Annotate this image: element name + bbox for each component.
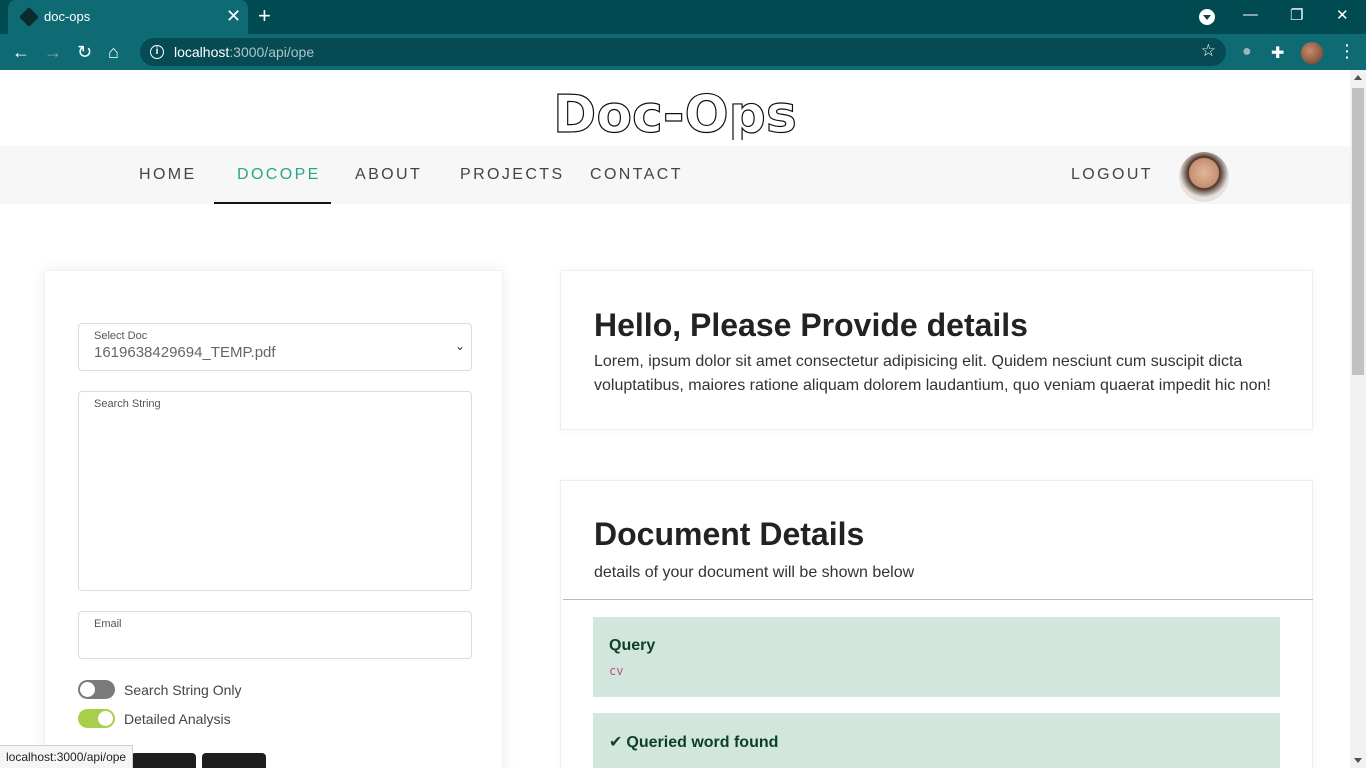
email-label: Email: [94, 618, 122, 630]
scroll-up-icon[interactable]: [1354, 75, 1362, 80]
site-info-icon[interactable]: i: [150, 45, 164, 59]
select-doc-label: Select Doc: [94, 330, 148, 342]
detailed-analysis-label: Detailed Analysis: [124, 711, 231, 727]
browser-tab[interactable]: doc-ops ✕: [8, 0, 248, 34]
search-string-only-label: Search String Only: [124, 682, 242, 698]
search-string-only-switch[interactable]: [78, 680, 115, 699]
email-field[interactable]: Email: [78, 611, 472, 659]
found-heading-row: ✔ Queried word found: [609, 732, 778, 752]
new-tab-icon[interactable]: +: [258, 4, 271, 28]
nav-projects[interactable]: PROJECTS: [460, 166, 565, 184]
tab-search-icon[interactable]: [1199, 9, 1215, 25]
detailed-analysis-switch[interactable]: [78, 709, 115, 728]
page-viewport: Doc-Ops HOME DOCOPE ABOUT PROJECTS CONTA…: [0, 70, 1350, 768]
tab-title: doc-ops: [44, 9, 91, 24]
logout-link[interactable]: LOGOUT: [1071, 166, 1153, 184]
found-alert: ✔ Queried word found: [593, 713, 1280, 768]
bookmark-star-icon[interactable]: ☆: [1201, 41, 1216, 61]
search-string-label: Search String: [94, 398, 161, 410]
select-doc-dropdown[interactable]: Select Doc 1619638429694_TEMP.pdf ⌄: [78, 323, 472, 371]
home-icon[interactable]: ⌂: [108, 40, 119, 64]
minimize-icon[interactable]: —: [1243, 6, 1258, 23]
back-icon[interactable]: ←: [12, 40, 30, 64]
found-heading: Queried word found: [626, 734, 779, 751]
page-scrollbar[interactable]: [1350, 70, 1366, 768]
close-window-icon[interactable]: ✕: [1336, 6, 1349, 24]
nav-home[interactable]: HOME: [139, 166, 197, 184]
extension-icon[interactable]: ●: [1242, 43, 1252, 61]
check-icon: ✔: [609, 734, 623, 751]
details-divider: [563, 599, 1313, 600]
query-form-card: Select Doc 1619638429694_TEMP.pdf ⌄ Sear…: [44, 270, 503, 768]
browser-menu-icon[interactable]: ⋮: [1338, 41, 1356, 61]
close-tab-icon[interactable]: ✕: [226, 6, 241, 26]
nav-about[interactable]: ABOUT: [355, 166, 422, 184]
details-subtitle: details of your document will be shown b…: [594, 564, 915, 581]
reload-icon[interactable]: ↻: [77, 40, 92, 64]
details-title: Document Details: [594, 516, 865, 552]
browser-tab-strip: doc-ops ✕ + — ❐ ✕: [0, 0, 1366, 34]
intro-text: Lorem, ipsum dolor sit amet consectetur …: [594, 353, 1271, 394]
extensions-puzzle-icon[interactable]: ✚: [1271, 43, 1284, 63]
site-favicon-icon: [19, 7, 39, 27]
restore-icon[interactable]: ❐: [1290, 6, 1303, 24]
status-bar-url: localhost:3000/api/ope: [0, 745, 134, 768]
document-details-card: Document Details details of your documen…: [560, 480, 1313, 768]
scroll-down-icon[interactable]: [1354, 758, 1362, 763]
browser-profile-avatar[interactable]: [1301, 42, 1323, 64]
query-value: cv: [609, 664, 624, 678]
nav-contact[interactable]: CONTACT: [590, 166, 683, 184]
reset-button[interactable]: [202, 753, 266, 768]
site-navbar: HOME DOCOPE ABOUT PROJECTS CONTACT LOGOU…: [0, 146, 1350, 204]
address-bar[interactable]: i localhost:3000/api/ope ☆: [140, 38, 1226, 66]
intro-card: Hello, Please Provide details Lorem, ips…: [560, 270, 1313, 430]
query-alert: Query cv: [593, 617, 1280, 697]
search-string-textarea[interactable]: Search String: [78, 391, 472, 591]
submit-button[interactable]: [131, 753, 196, 768]
site-logo: Doc-Ops: [553, 84, 798, 140]
nav-docope[interactable]: DOCOPE: [237, 166, 321, 184]
browser-toolbar: ← → ↻ ⌂ i localhost:3000/api/ope ☆ ● ✚: [0, 34, 1366, 70]
query-heading: Query: [609, 637, 656, 654]
url-text: localhost:3000/api/ope: [174, 44, 315, 60]
user-avatar[interactable]: [1179, 152, 1229, 202]
select-doc-value: 1619638429694_TEMP.pdf: [94, 344, 276, 361]
active-nav-underline: [214, 202, 331, 204]
intro-title: Hello, Please Provide details: [594, 307, 1028, 343]
scrollbar-thumb[interactable]: [1352, 88, 1364, 375]
forward-icon[interactable]: →: [44, 40, 62, 64]
chevron-down-icon: ⌄: [454, 339, 465, 353]
svg-text:Doc-Ops: Doc-Ops: [553, 85, 797, 140]
